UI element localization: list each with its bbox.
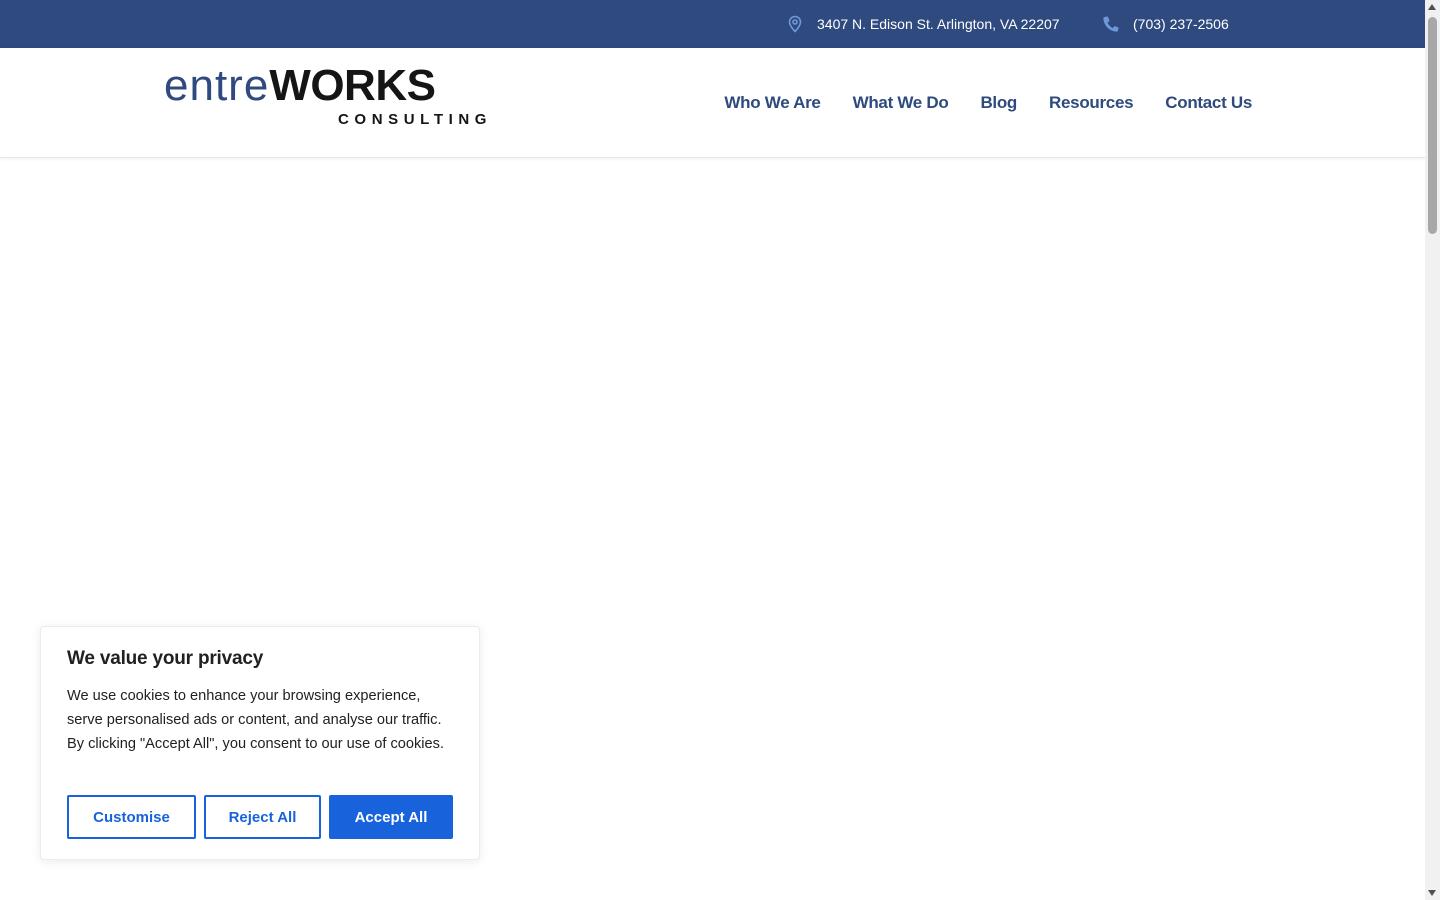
site-header: entreWORKS CONSULTING Who We Are What We… bbox=[0, 48, 1425, 158]
site-logo[interactable]: entreWORKS CONSULTING bbox=[164, 61, 504, 133]
logo-subtitle: CONSULTING bbox=[338, 111, 493, 128]
accept-all-button[interactable]: Accept All bbox=[329, 795, 453, 839]
phone-icon bbox=[1102, 15, 1120, 33]
page-scrollbar[interactable] bbox=[1425, 0, 1440, 900]
nav-item-who-we-are[interactable]: Who We Are bbox=[724, 93, 820, 113]
location-pin-icon bbox=[786, 15, 804, 33]
main-nav: Who We Are What We Do Blog Resources Con… bbox=[724, 48, 1252, 158]
scrollbar-thumb[interactable] bbox=[1428, 17, 1437, 234]
nav-item-resources[interactable]: Resources bbox=[1049, 93, 1134, 113]
top-info-bar: 3407 N. Edison St. Arlington, VA 22207 (… bbox=[0, 0, 1425, 48]
address-text: 3407 N. Edison St. Arlington, VA 22207 bbox=[817, 16, 1060, 32]
logo-text-works: WORKS bbox=[269, 61, 436, 110]
phone-text: (703) 237-2506 bbox=[1133, 16, 1229, 32]
cookie-banner-title: We value your privacy bbox=[67, 648, 264, 669]
scroll-up-arrow-icon[interactable] bbox=[1428, 4, 1436, 10]
phone-link[interactable]: (703) 237-2506 bbox=[1102, 0, 1229, 48]
cookie-consent-banner: We value your privacy We use cookies to … bbox=[40, 626, 480, 860]
reject-all-button[interactable]: Reject All bbox=[204, 795, 321, 839]
logo-text-entre: entre bbox=[164, 61, 270, 110]
customise-button[interactable]: Customise bbox=[67, 795, 196, 839]
page: 3407 N. Edison St. Arlington, VA 22207 (… bbox=[0, 0, 1440, 900]
scroll-down-arrow-icon[interactable] bbox=[1428, 890, 1436, 896]
cookie-banner-text: We use cookies to enhance your browsing … bbox=[67, 688, 445, 752]
cookie-banner-buttons: Customise Reject All Accept All bbox=[67, 795, 453, 839]
nav-item-contact-us[interactable]: Contact Us bbox=[1165, 93, 1252, 113]
nav-item-blog[interactable]: Blog bbox=[980, 93, 1017, 113]
logo-wordmark: entreWORKS bbox=[164, 61, 436, 111]
address-link[interactable]: 3407 N. Edison St. Arlington, VA 22207 bbox=[786, 0, 1060, 48]
nav-item-what-we-do[interactable]: What We Do bbox=[853, 93, 949, 113]
